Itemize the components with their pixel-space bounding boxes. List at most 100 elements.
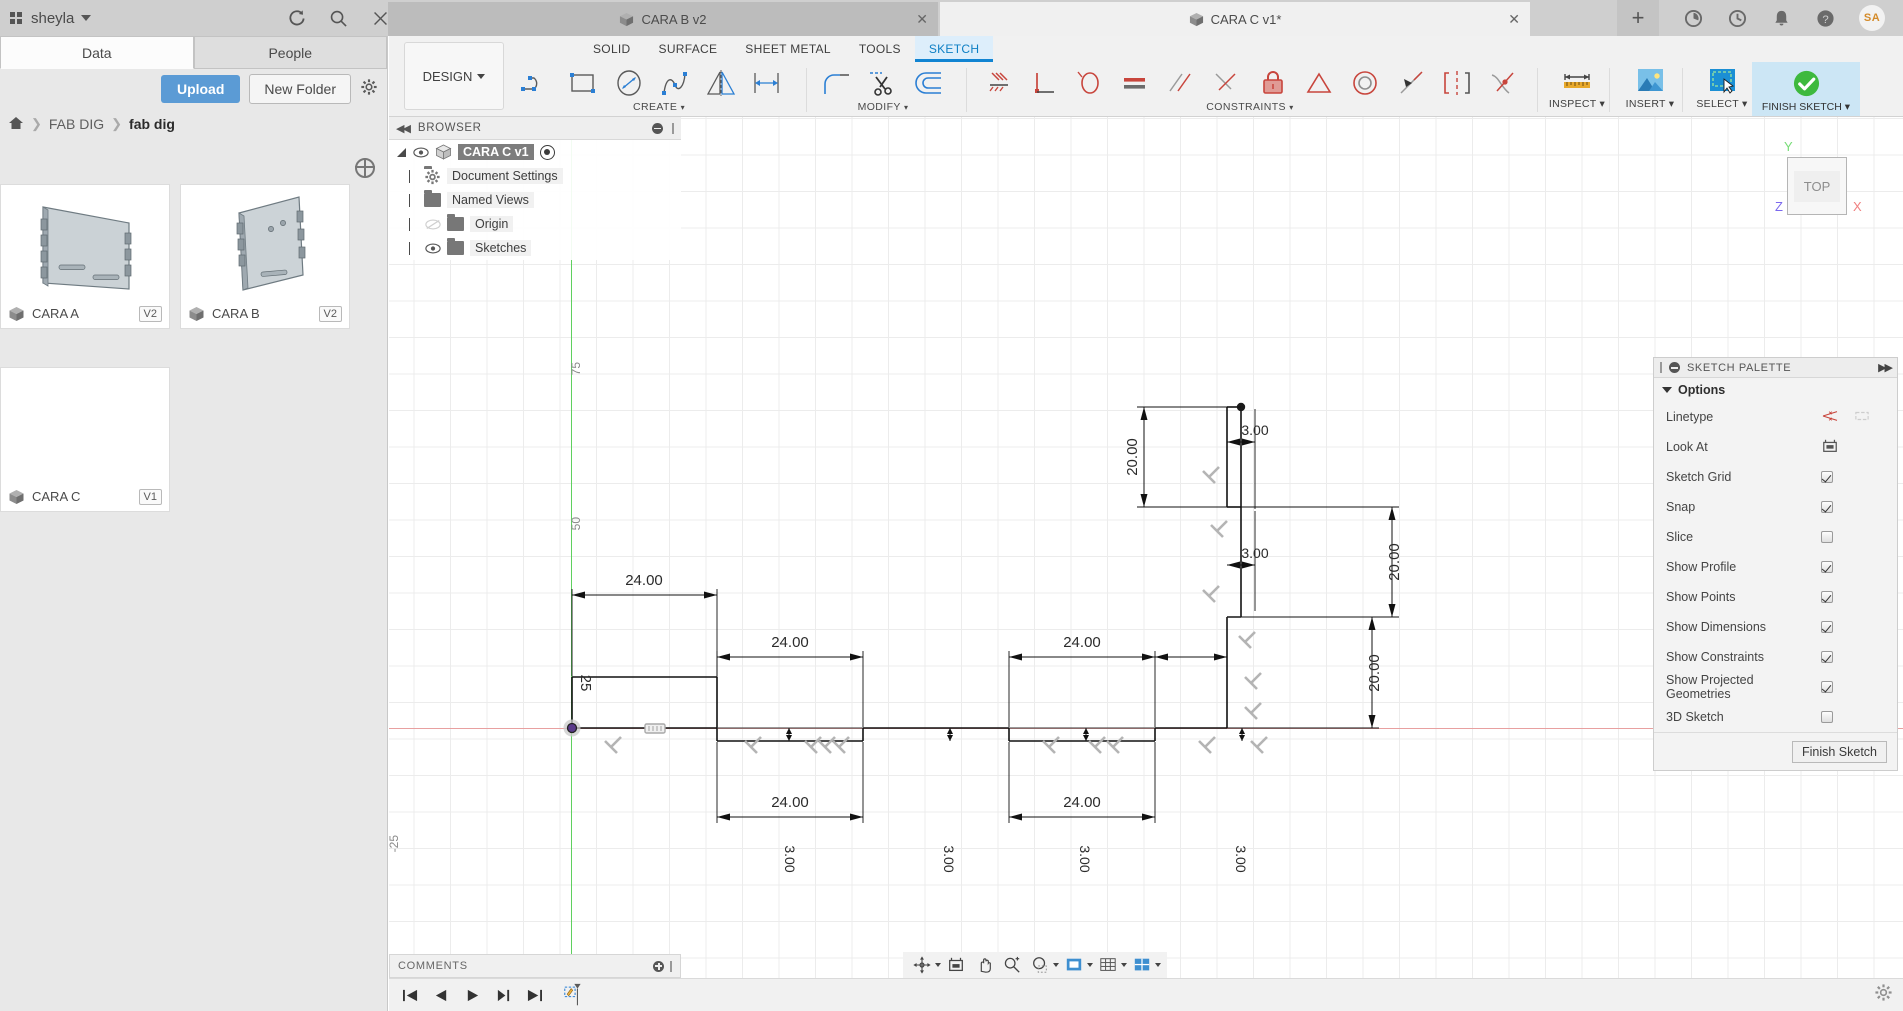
viewports-icon[interactable] bbox=[1129, 953, 1155, 977]
line-icon[interactable] bbox=[514, 64, 560, 102]
workspace-switcher[interactable]: DESIGN bbox=[404, 42, 504, 110]
minimize-icon[interactable] bbox=[652, 122, 663, 134]
resize-grip[interactable] bbox=[1660, 362, 1662, 373]
zoom-window-icon[interactable] bbox=[1027, 953, 1053, 977]
orbit-icon[interactable] bbox=[909, 953, 935, 977]
chevron-down-icon[interactable] bbox=[1121, 963, 1127, 967]
show-profile-checkbox[interactable] bbox=[1821, 561, 1833, 573]
expand-arrow-icon[interactable] bbox=[397, 147, 406, 157]
concentric-constraint-icon[interactable] bbox=[1342, 64, 1388, 102]
comments-bar[interactable]: COMMENTS bbox=[389, 954, 681, 978]
spline-icon[interactable] bbox=[652, 64, 698, 102]
ribbon-group-insert[interactable]: INSERT ▾ bbox=[1622, 64, 1678, 116]
expand-arrow-icon[interactable] bbox=[407, 169, 418, 183]
browser-node-sketches[interactable]: Sketches bbox=[389, 236, 681, 260]
palette-row-sketch-grid[interactable]: Sketch Grid bbox=[1654, 462, 1897, 492]
circle-icon[interactable] bbox=[606, 64, 652, 102]
refresh-icon[interactable] bbox=[286, 8, 306, 28]
visibility-eye-off-icon[interactable] bbox=[424, 218, 441, 231]
show-dimensions-checkbox[interactable] bbox=[1821, 621, 1833, 633]
go-to-start-icon[interactable] bbox=[401, 986, 420, 1005]
visibility-eye-icon[interactable] bbox=[412, 146, 429, 159]
expand-arrow-icon[interactable] bbox=[407, 217, 418, 231]
fillet-icon[interactable] bbox=[814, 64, 860, 102]
collinear-constraint-icon[interactable] bbox=[1388, 64, 1434, 102]
fix-constraint-icon[interactable] bbox=[974, 64, 1020, 102]
tab-tools[interactable]: TOOLS bbox=[845, 36, 915, 62]
sketch-canvas[interactable]: 75 50 -25 24.00 25 24.00 24.00 24.00 24.… bbox=[389, 117, 1903, 1011]
close-icon[interactable]: ✕ bbox=[1508, 12, 1520, 26]
parallel-constraint-icon[interactable] bbox=[1158, 64, 1204, 102]
show-points-checkbox[interactable] bbox=[1821, 591, 1833, 603]
chevron-down-icon[interactable] bbox=[935, 963, 941, 967]
plus-icon[interactable]: + bbox=[1617, 0, 1659, 36]
close-icon[interactable] bbox=[370, 8, 390, 28]
document-tab-cara-c[interactable]: CARA C v1* ✕ bbox=[940, 2, 1530, 36]
resize-grip[interactable] bbox=[672, 122, 674, 134]
palette-row-show-constraints[interactable]: Show Constraints bbox=[1654, 642, 1897, 672]
chevron-down-icon[interactable] bbox=[1087, 963, 1093, 967]
grid-snap-icon[interactable] bbox=[1095, 953, 1121, 977]
palette-row-show-profile[interactable]: Show Profile bbox=[1654, 552, 1897, 582]
tab-sketch[interactable]: SKETCH bbox=[914, 36, 994, 62]
offset-icon[interactable] bbox=[906, 64, 952, 102]
settings-gear-icon[interactable] bbox=[1874, 983, 1893, 1005]
tab-sheet-metal[interactable]: SHEET METAL bbox=[731, 36, 845, 62]
gear-icon[interactable] bbox=[360, 78, 378, 101]
browser-node-document-settings[interactable]: Document Settings bbox=[389, 164, 681, 188]
zoom-icon[interactable] bbox=[999, 953, 1025, 977]
palette-row-show-points[interactable]: Show Points bbox=[1654, 582, 1897, 612]
construction-line-icon[interactable] bbox=[1821, 409, 1839, 426]
tab-people[interactable]: People bbox=[193, 36, 387, 69]
step-forward-icon[interactable] bbox=[494, 986, 513, 1005]
vertical-constraint-icon[interactable] bbox=[1020, 64, 1066, 102]
show-constraints-checkbox[interactable] bbox=[1821, 651, 1833, 663]
step-back-icon[interactable] bbox=[432, 986, 451, 1005]
palette-row-snap[interactable]: Snap bbox=[1654, 492, 1897, 522]
midpoint-constraint-icon[interactable] bbox=[1296, 64, 1342, 102]
file-card-cara-c[interactable]: CARA C V1 bbox=[0, 367, 170, 512]
recent-icon[interactable] bbox=[1727, 8, 1747, 28]
palette-row-slice[interactable]: Slice bbox=[1654, 522, 1897, 552]
chevron-down-icon[interactable] bbox=[1053, 963, 1059, 967]
sketch-grid-checkbox[interactable] bbox=[1821, 471, 1833, 483]
ribbon-group-select[interactable]: SELECT ▾ bbox=[1694, 64, 1750, 116]
display-settings-icon[interactable] bbox=[1061, 953, 1087, 977]
pan-icon[interactable] bbox=[971, 953, 997, 977]
3d-sketch-checkbox[interactable] bbox=[1821, 711, 1833, 723]
tab-solid[interactable]: SOLID bbox=[579, 36, 645, 62]
chevron-down-icon[interactable] bbox=[81, 15, 92, 21]
version-selector[interactable]: V1 bbox=[138, 488, 162, 505]
browser-node-root[interactable]: CARA C v1 bbox=[389, 140, 681, 164]
version-selector[interactable]: V2 bbox=[138, 305, 162, 322]
view-cube-face[interactable]: TOP bbox=[1787, 157, 1847, 215]
globe-icon[interactable] bbox=[355, 158, 375, 178]
finish-sketch-button[interactable]: FINISH SKETCH ▾ bbox=[1752, 62, 1860, 116]
mirror-icon[interactable] bbox=[698, 64, 744, 102]
browser-node-origin[interactable]: Origin bbox=[389, 212, 681, 236]
slice-checkbox[interactable] bbox=[1821, 531, 1833, 543]
view-cube[interactable]: Y X Z TOP bbox=[1753, 135, 1873, 230]
symmetry-constraint-icon[interactable] bbox=[1434, 64, 1480, 102]
ribbon-group-inspect[interactable]: INSPECT ▾ bbox=[1549, 64, 1605, 116]
breadcrumb-item-fab-dig-folder[interactable]: fab dig bbox=[129, 116, 175, 132]
tab-surface[interactable]: SURFACE bbox=[645, 36, 732, 62]
centerline-icon[interactable] bbox=[1853, 409, 1871, 426]
browser-node-named-views[interactable]: Named Views bbox=[389, 188, 681, 212]
expand-arrow-icon[interactable] bbox=[407, 241, 418, 255]
palette-section-options[interactable]: Options bbox=[1654, 378, 1897, 402]
help-icon[interactable]: ? bbox=[1815, 8, 1835, 28]
new-folder-button[interactable]: New Folder bbox=[249, 74, 351, 104]
file-card-cara-b[interactable]: CARA B V2 bbox=[180, 184, 350, 329]
trim-icon[interactable] bbox=[860, 64, 906, 102]
sketch-feature-icon[interactable] bbox=[564, 983, 583, 1006]
dimension-icon[interactable] bbox=[744, 64, 790, 102]
notification-icon[interactable] bbox=[1771, 8, 1791, 28]
look-at-icon[interactable] bbox=[1821, 438, 1839, 457]
curvature-constraint-icon[interactable] bbox=[1480, 64, 1526, 102]
close-icon[interactable]: ✕ bbox=[916, 12, 928, 26]
home-icon[interactable] bbox=[8, 116, 24, 133]
show-projected-geometries-checkbox[interactable] bbox=[1821, 681, 1833, 693]
resize-grip[interactable] bbox=[670, 960, 672, 972]
visibility-eye-icon[interactable] bbox=[424, 242, 441, 255]
